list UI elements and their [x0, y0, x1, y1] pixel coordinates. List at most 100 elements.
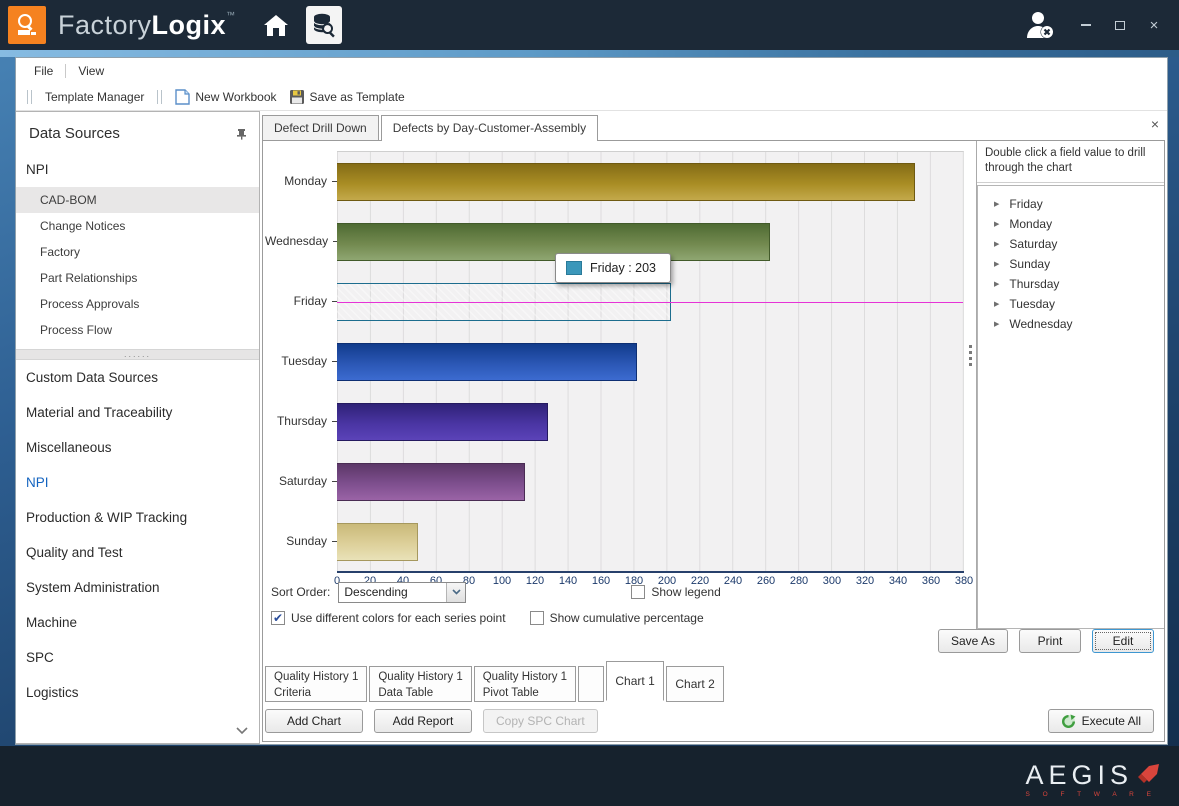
new-workbook-label: New Workbook	[195, 90, 276, 104]
show-cumulative-checkbox[interactable]: Show cumulative percentage	[530, 611, 704, 625]
sidebar-category-machine[interactable]: Machine	[16, 605, 259, 640]
crosshair-line	[337, 302, 963, 303]
sidebar-category-material-and-traceability[interactable]: Material and Traceability	[16, 395, 259, 430]
sidebar-item-cad-bom[interactable]: CAD-BOM	[16, 187, 259, 213]
chart-row-tuesday	[337, 332, 963, 392]
dropdown-arrow-icon[interactable]	[446, 583, 465, 602]
bar-thursday[interactable]	[337, 403, 548, 441]
sort-order-label: Sort Order:	[271, 585, 330, 599]
sidebar-item-change-notices[interactable]: Change Notices	[16, 213, 259, 239]
tab-defect-drill-down[interactable]: Defect Drill Down	[262, 115, 379, 140]
y-axis-label-tuesday: Tuesday	[265, 331, 337, 391]
bar-monday[interactable]	[337, 163, 915, 201]
database-search-icon[interactable]	[306, 6, 342, 44]
tooltip-swatch	[566, 261, 582, 275]
minimize-button[interactable]	[1079, 18, 1093, 32]
bar-wednesday[interactable]	[337, 223, 770, 261]
close-tab-icon[interactable]: ×	[1151, 117, 1159, 131]
expand-arrow-icon[interactable]: ▶	[994, 260, 999, 268]
tab-quality-history-1-criteria[interactable]: Quality History 1Criteria	[265, 666, 367, 702]
home-icon[interactable]	[262, 12, 290, 38]
tab-chart-1[interactable]: Chart 1	[606, 661, 664, 701]
tab-line1: Quality History 1	[378, 670, 462, 686]
show-cumulative-label: Show cumulative percentage	[550, 611, 704, 625]
tab-chart-2[interactable]: Chart 2	[666, 666, 724, 702]
new-workbook-button[interactable]: New Workbook	[169, 86, 282, 108]
sidebar-category-spc[interactable]: SPC	[16, 640, 259, 675]
chart-plot-area[interactable]: Friday : 203	[337, 151, 964, 571]
bar-chart: MondayWednesdayFridayTuesdayThursdaySatu…	[263, 141, 964, 629]
expand-arrow-icon[interactable]: ▶	[994, 320, 999, 328]
drill-item-sunday[interactable]: ▶Sunday	[978, 254, 1164, 274]
tab-quality-history-1-data-table[interactable]: Quality History 1Data Table	[369, 666, 471, 702]
y-axis-label-wednesday: Wednesday	[265, 211, 337, 271]
sidebar-item-process-approvals[interactable]: Process Approvals	[16, 291, 259, 317]
drill-item-tuesday[interactable]: ▶ Tuesday	[978, 294, 1164, 314]
drill-item-wednesday[interactable]: ▶Wednesday	[978, 314, 1164, 334]
expand-arrow-icon[interactable]: ▶	[994, 280, 999, 288]
footer-bar: AEGIS S O F T W A R E	[0, 746, 1179, 806]
sidebar-category-quality-and-test[interactable]: Quality and Test	[16, 535, 259, 570]
sidebar-item-factory[interactable]: Factory	[16, 239, 259, 265]
panel-splitter[interactable]	[964, 141, 976, 629]
print-button[interactable]: Print	[1019, 629, 1081, 653]
bar-tuesday[interactable]	[337, 343, 637, 381]
sidebar-item-part-relationships[interactable]: Part Relationships	[16, 265, 259, 291]
user-logout-icon[interactable]	[1023, 10, 1057, 40]
copy-spc-chart-button[interactable]: Copy SPC Chart	[483, 709, 598, 733]
drill-item-monday[interactable]: ▶ Monday	[978, 214, 1164, 234]
menu-item-view[interactable]: View	[68, 60, 114, 82]
aegis-arrow-icon	[1135, 762, 1161, 788]
drill-item-saturday[interactable]: ▶ Saturday	[978, 234, 1164, 254]
execute-all-button[interactable]: Execute All	[1048, 709, 1154, 733]
add-chart-button[interactable]: Add Chart	[265, 709, 363, 733]
tab-quality-history-1-pivot-table[interactable]: Quality History 1Pivot Table	[474, 666, 576, 702]
template-manager-button[interactable]: Template Manager	[39, 87, 150, 107]
sidebar-item-process-flow[interactable]: Process Flow	[16, 317, 259, 343]
drill-hint: Double click a field value to drill thro…	[977, 141, 1164, 183]
sidebar-category-miscellaneous[interactable]: Miscellaneous	[16, 430, 259, 465]
tooltip-label: Friday : 203	[590, 261, 656, 275]
toolbar-grip[interactable]	[157, 90, 162, 104]
drill-item-friday[interactable]: ▶Friday	[978, 194, 1164, 214]
tab-defects-by-day-customer-assembly[interactable]: Defects by Day-Customer-Assembly	[381, 115, 598, 141]
edit-button[interactable]: Edit	[1092, 629, 1154, 653]
show-legend-checkbox[interactable]: Show legend	[631, 585, 720, 599]
drill-item-label: Tuesday	[1009, 297, 1055, 311]
bar-sunday[interactable]	[337, 523, 418, 561]
sidebar-category-logistics[interactable]: Logistics	[16, 675, 259, 710]
workbook-window: FileView Template Manager New Workbook S…	[15, 57, 1168, 745]
drill-item-label: Monday	[1009, 217, 1052, 231]
expand-arrow-icon[interactable]: ▶	[994, 300, 999, 308]
drill-item-label: Saturday	[1009, 237, 1057, 251]
tab-line1: Quality History 1	[274, 670, 358, 686]
workbook-tab-strip: Quality History 1CriteriaQuality History…	[263, 661, 1164, 703]
sidebar-category-production-wip-tracking[interactable]: Production & WIP Tracking	[16, 500, 259, 535]
maximize-button[interactable]	[1113, 18, 1127, 32]
sidebar-splitter[interactable]: ......	[16, 349, 259, 360]
save-as-button[interactable]: Save As	[938, 629, 1008, 653]
toolbar-grip[interactable]	[27, 90, 32, 104]
menu-separator	[65, 64, 66, 78]
sidebar-category-custom-data-sources[interactable]: Custom Data Sources	[16, 360, 259, 395]
close-button[interactable]: ×	[1147, 18, 1161, 32]
save-as-template-button[interactable]: Save as Template	[283, 86, 411, 108]
use-different-colors-checkbox[interactable]: ✔Use different colors for each series po…	[271, 611, 506, 625]
sidebar-category-npi[interactable]: NPI	[16, 465, 259, 500]
sort-order-select[interactable]: Descending	[338, 582, 466, 603]
drill-through-panel: Double click a field value to drill thro…	[976, 141, 1164, 629]
menu-item-file[interactable]: File	[24, 60, 63, 82]
panel-title: Data Sources	[29, 125, 120, 142]
expand-arrow-icon[interactable]: ▶	[994, 200, 999, 208]
chart-row-sunday	[337, 512, 963, 572]
tab-line2: Criteria	[274, 686, 358, 702]
sidebar-category-system-administration[interactable]: System Administration	[16, 570, 259, 605]
drill-item-thursday[interactable]: ▶Thursday	[978, 274, 1164, 294]
add-report-button[interactable]: Add Report	[374, 709, 472, 733]
pin-icon[interactable]	[236, 128, 247, 140]
expand-arrow-icon[interactable]: ▶	[994, 220, 999, 228]
chevron-down-icon[interactable]	[235, 726, 249, 735]
tab-blank[interactable]	[578, 666, 604, 702]
bar-saturday[interactable]	[337, 463, 525, 501]
expand-arrow-icon[interactable]: ▶	[994, 240, 999, 248]
